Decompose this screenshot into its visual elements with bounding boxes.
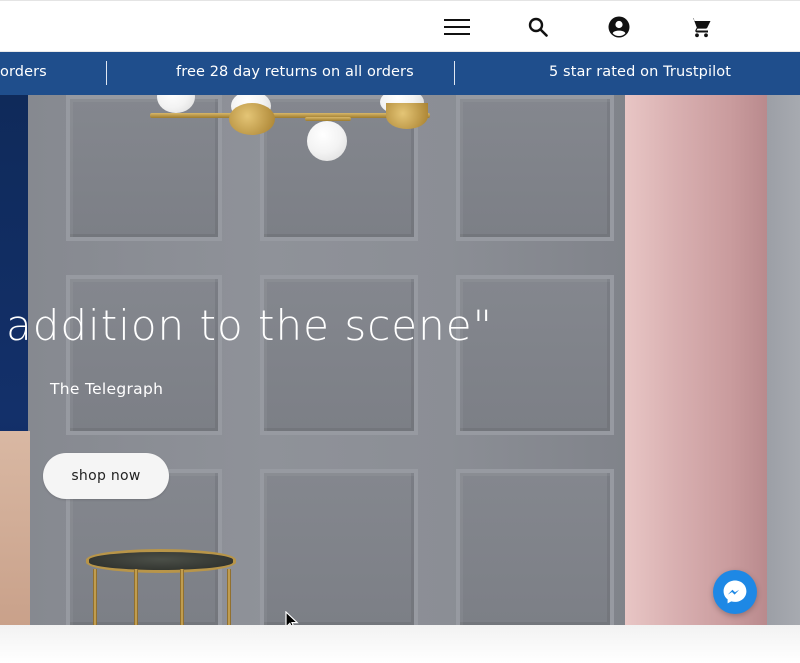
account-icon[interactable] bbox=[605, 13, 633, 41]
messenger-icon bbox=[723, 580, 747, 604]
hamburger-menu-icon[interactable] bbox=[443, 13, 471, 41]
right-wall bbox=[767, 95, 800, 625]
wall-panel bbox=[260, 469, 418, 625]
wall-panel bbox=[66, 275, 222, 435]
wall-panel bbox=[456, 95, 614, 241]
lamp-brass-disc bbox=[386, 103, 428, 129]
messenger-chat-button[interactable] bbox=[713, 570, 757, 614]
lamp-globe bbox=[307, 121, 347, 161]
announcement-bar: orders free 28 day returns on all orders… bbox=[0, 52, 800, 95]
wall-panel bbox=[456, 469, 614, 625]
lamp-brass-cup bbox=[229, 103, 275, 135]
side-table-leg bbox=[180, 569, 184, 625]
side-table-top bbox=[86, 549, 236, 573]
hero-banner: addition to the scene" The Telegraph sho… bbox=[0, 95, 800, 625]
shop-now-button[interactable]: shop now bbox=[43, 453, 169, 499]
side-table-leg bbox=[227, 569, 231, 625]
page-content-below-hero bbox=[0, 625, 800, 663]
announcement-item: free 28 day returns on all orders bbox=[176, 64, 414, 80]
wall-panel bbox=[456, 275, 614, 435]
announcement-item: 5 star rated on Trustpilot bbox=[549, 64, 732, 80]
search-icon[interactable] bbox=[524, 13, 552, 41]
pink-curtain bbox=[625, 95, 767, 625]
hero-quote-source: The Telegraph bbox=[50, 380, 164, 398]
side-furniture bbox=[0, 431, 30, 625]
announcement-item: orders bbox=[0, 64, 47, 80]
cart-icon[interactable] bbox=[686, 13, 714, 41]
side-table-leg bbox=[93, 569, 97, 625]
side-table-leg bbox=[134, 569, 138, 625]
hero-quote: addition to the scene" bbox=[6, 301, 493, 350]
announcement-divider bbox=[106, 61, 107, 85]
announcement-divider bbox=[454, 61, 455, 85]
wall-panel bbox=[260, 275, 418, 435]
site-header bbox=[0, 0, 800, 52]
